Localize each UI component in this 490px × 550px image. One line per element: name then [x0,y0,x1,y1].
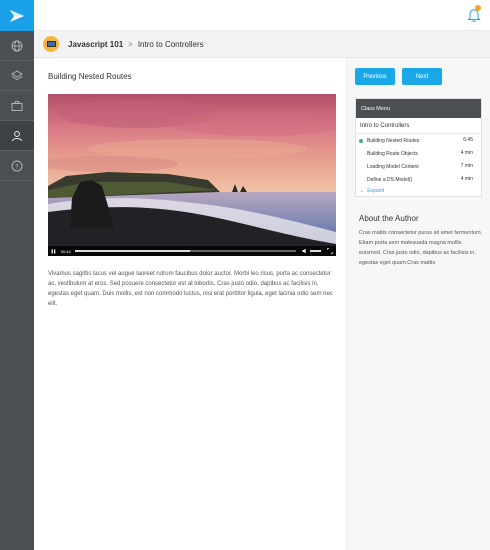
briefcase-icon [11,100,23,111]
previous-button[interactable]: Previous [355,68,395,85]
main-content: Building Nested Routes 00:44 Vivamus sag… [34,58,346,550]
breadcrumb-page: Intro to Controllers [137,39,204,49]
sidebar-item-layers[interactable] [0,61,34,91]
class-menu-item-label: Building Route Objects [367,150,418,157]
top-bar [34,0,490,31]
class-menu-item-label: Define a DS.Model() [367,176,413,183]
pause-button[interactable] [51,248,57,254]
volume-slider[interactable] [309,250,322,252]
chevron-down-icon: ⌄ [360,188,365,194]
video-progress-fill [74,250,190,252]
logo-arrow-icon [10,9,24,22]
chevron-right-icon: > [128,39,133,49]
video-progress-bar[interactable] [74,250,297,252]
breadcrumb-course[interactable]: Javascript 101 [68,40,123,49]
expand-label: Expand [367,188,385,194]
sidebar-item-profile[interactable] [0,121,34,151]
sidebar: ? [0,0,34,550]
author-title: About the Author [359,214,419,223]
current-lesson-dot [359,139,363,143]
class-menu-item-duration: 6:45 [463,137,473,143]
class-menu-item-duration: 4 min [460,150,473,156]
video-thumbnail [48,94,336,256]
next-button[interactable]: Next [402,68,442,85]
layers-icon [11,69,23,80]
volume-icon[interactable] [302,248,308,254]
class-menu-item[interactable]: Building Route Objects 4 min [356,147,481,160]
sidebar-item-globe[interactable] [0,31,34,61]
class-menu-item-label: Loading Model Content [367,163,419,170]
lesson-description: Vivamus sagittis lacus vel augue laoreet… [48,271,333,307]
pause-icon [51,249,56,253]
svg-text:?: ? [15,163,18,170]
class-menu-item-label: Building Nested Routes [367,137,420,144]
user-icon [12,130,22,141]
class-menu-item[interactable]: Loading Model Content 7 min [356,160,481,173]
author-bio: Cras mattis consectetur purus sit amet f… [359,230,483,266]
class-menu-item-duration: 4 min [460,176,473,182]
app-logo[interactable] [0,0,34,31]
class-menu-section[interactable]: Intro to Controllers [356,118,481,134]
video-time: 00:44 [60,248,71,254]
page-title: Building Nested Routes [48,72,132,81]
sidebar-item-briefcase[interactable] [0,91,34,121]
class-menu-item[interactable]: Building Nested Routes 6:45 [356,134,481,147]
fullscreen-icon[interactable] [327,248,333,254]
help-icon: ? [11,160,23,171]
course-icon [43,36,59,52]
right-panel: Previous Next Class Menu Intro to Contro… [346,58,490,550]
class-menu-header: Class Menu [356,99,481,118]
video-controls: 00:44 [48,246,336,256]
class-menu-item-duration: 7 min [460,163,473,169]
video-player[interactable]: 00:44 [48,94,336,256]
sidebar-item-help[interactable]: ? [0,151,34,181]
notification-badge [475,5,481,11]
expand-link[interactable]: ⌄ Expand [356,186,481,196]
class-menu-item[interactable]: Define a DS.Model() 4 min [356,173,481,186]
breadcrumb: Javascript 101 > Intro to Controllers [34,31,490,58]
globe-icon [11,40,23,51]
class-menu: Class Menu Intro to Controllers Building… [355,98,482,197]
